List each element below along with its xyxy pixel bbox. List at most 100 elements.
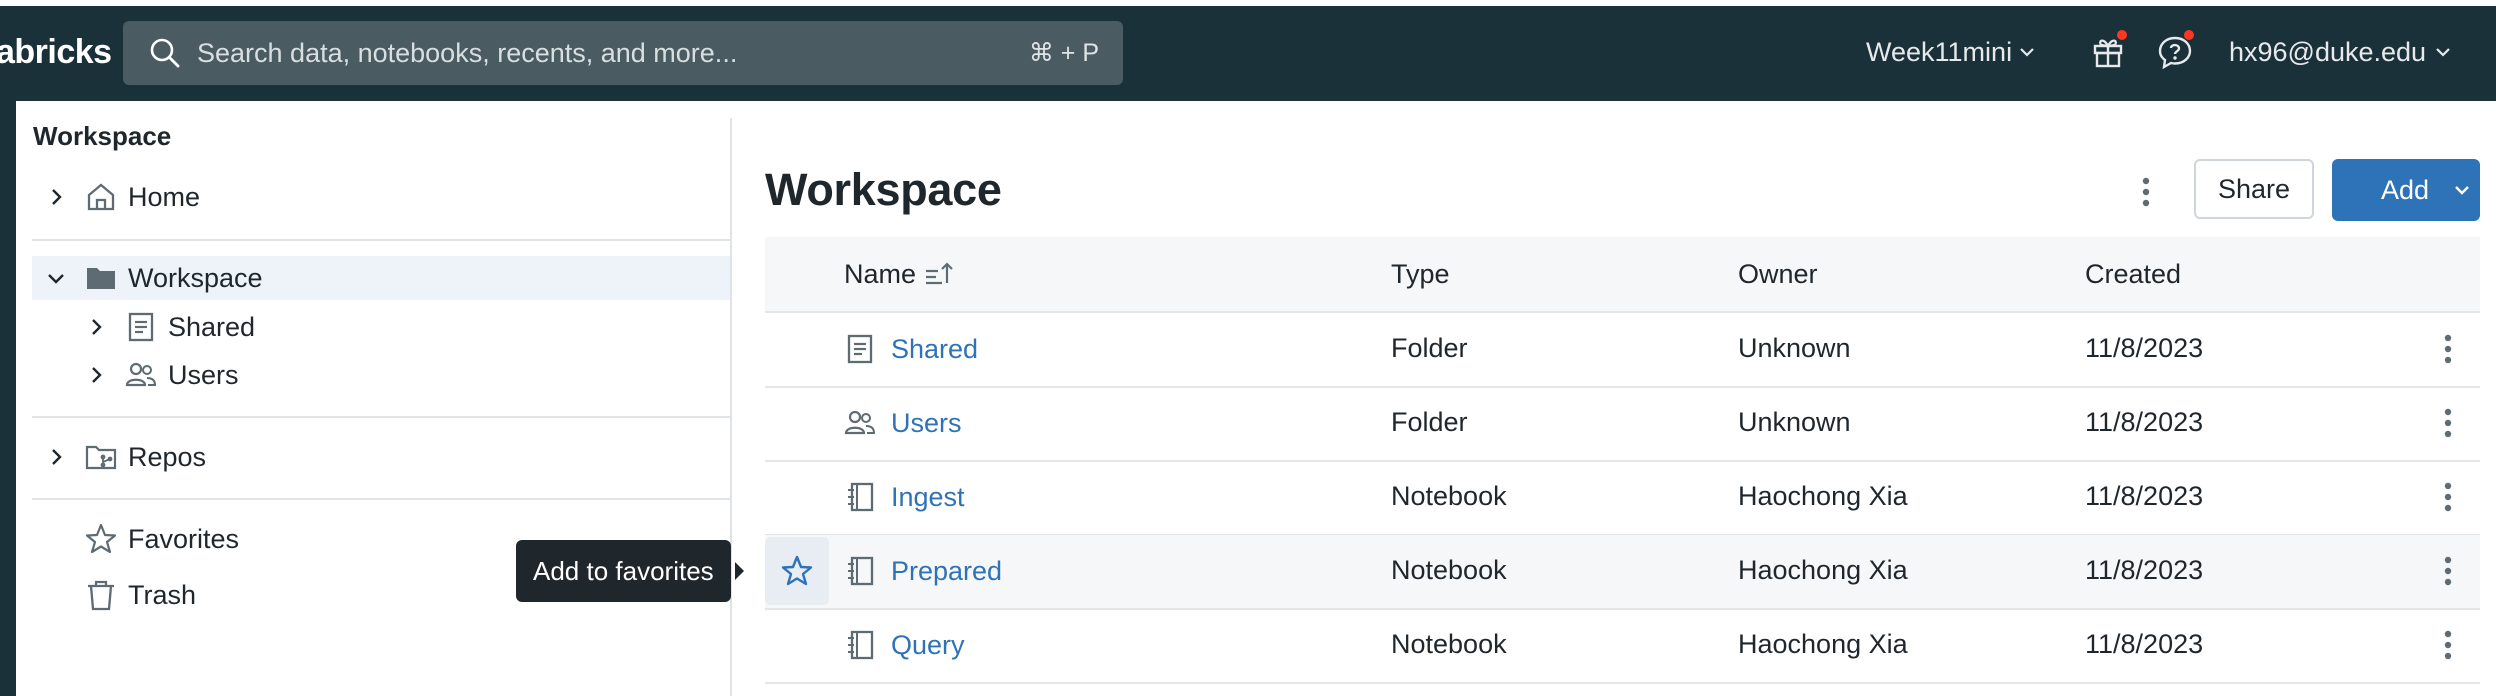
type-cell: Notebook bbox=[1391, 481, 1507, 511]
repo-icon bbox=[85, 445, 117, 470]
search-icon bbox=[150, 38, 180, 68]
sidebar-item-trash[interactable]: Trash bbox=[84, 573, 196, 617]
column-header-name[interactable]: Name bbox=[844, 259, 954, 290]
sidebar-resize-handle[interactable] bbox=[730, 118, 732, 696]
type-cell: Notebook bbox=[1391, 629, 1507, 659]
kebab-menu-icon bbox=[2444, 408, 2452, 438]
brand-logo[interactable]: abricks bbox=[0, 27, 112, 77]
sidebar-item-label: Workspace bbox=[128, 262, 263, 293]
sidebar-item-workspace[interactable]: Workspace bbox=[32, 256, 730, 300]
owner-cell: Unknown bbox=[1738, 333, 1851, 363]
notification-badge bbox=[2184, 30, 2194, 40]
column-header-owner[interactable]: Owner bbox=[1738, 259, 1818, 290]
kebab-menu-icon bbox=[2142, 177, 2150, 207]
shared-folder-icon bbox=[128, 312, 154, 342]
item-name-link[interactable]: Shared bbox=[891, 334, 978, 365]
created-cell: 11/8/2023 bbox=[2085, 629, 2204, 659]
notebook-icon bbox=[848, 556, 874, 586]
chevron-down-icon bbox=[2455, 186, 2469, 195]
sidebar-item-label: Users bbox=[168, 359, 239, 390]
share-button[interactable]: Share bbox=[2194, 159, 2314, 219]
item-name-link[interactable]: Prepared bbox=[891, 556, 1002, 587]
table-row[interactable]: Ingest Notebook Haochong Xia 11/8/2023 bbox=[765, 461, 2480, 536]
global-search-input[interactable]: Search data, notebooks, recents, and mor… bbox=[123, 21, 1123, 85]
top-edge-strip bbox=[0, 0, 2496, 6]
add-to-favorites-button[interactable] bbox=[765, 537, 829, 605]
kebab-menu-icon bbox=[2444, 630, 2452, 660]
more-actions-button[interactable] bbox=[2126, 164, 2166, 220]
table-row[interactable]: Users Folder Unknown 11/8/2023 bbox=[765, 387, 2480, 462]
table-row[interactable]: Prepared Notebook Haochong Xia 11/8/2023 bbox=[765, 535, 2480, 610]
sidebar-item-users[interactable]: Users bbox=[84, 353, 239, 397]
sidebar-item-home[interactable]: Home bbox=[44, 175, 200, 219]
name-cell: Ingest bbox=[843, 475, 965, 519]
owner-cell: Unknown bbox=[1738, 407, 1851, 437]
help-button[interactable] bbox=[2155, 30, 2195, 72]
name-cell: Prepared bbox=[843, 549, 1002, 593]
row-actions-button[interactable] bbox=[2433, 551, 2463, 591]
type-cell: Folder bbox=[1391, 333, 1468, 363]
column-header-created[interactable]: Created bbox=[2085, 259, 2181, 290]
sidebar-item-shared[interactable]: Shared bbox=[84, 305, 255, 349]
user-menu[interactable]: hx96@duke.edu bbox=[2229, 30, 2452, 74]
name-cell: Users bbox=[843, 401, 962, 445]
notification-badge bbox=[2117, 30, 2127, 40]
row-actions-button[interactable] bbox=[2433, 477, 2463, 517]
name-cell: Query bbox=[843, 623, 965, 667]
chevron-right-icon[interactable] bbox=[44, 445, 68, 469]
sidebar-title: Workspace bbox=[33, 121, 172, 151]
created-cell: 11/8/2023 bbox=[2085, 555, 2204, 585]
user-email: hx96@duke.edu bbox=[2229, 36, 2427, 67]
item-name-link[interactable]: Query bbox=[891, 630, 965, 661]
home-icon bbox=[87, 183, 115, 211]
left-rail bbox=[0, 101, 16, 696]
sidebar-item-label: Favorites bbox=[128, 523, 240, 554]
row-actions-button[interactable] bbox=[2433, 329, 2463, 369]
page-title: Workspace bbox=[765, 164, 1002, 215]
kebab-menu-icon bbox=[2444, 482, 2452, 512]
search-shortcut-hint: ⌘ + P bbox=[1028, 39, 1099, 67]
sidebar-item-favorites[interactable]: Favorites bbox=[84, 517, 239, 561]
star-icon bbox=[781, 555, 813, 586]
trash-icon bbox=[88, 580, 114, 611]
name-cell: Shared bbox=[843, 327, 978, 371]
shared-folder-icon bbox=[847, 334, 873, 364]
sidebar-item-label: Home bbox=[128, 181, 201, 212]
chevron-down-icon[interactable] bbox=[44, 266, 68, 290]
divider bbox=[32, 416, 730, 418]
workspace-sidebar: Workspace Home Workspace Shared Users Re… bbox=[16, 101, 730, 696]
row-actions-button[interactable] bbox=[2433, 625, 2463, 665]
users-icon bbox=[125, 362, 157, 387]
created-cell: 11/8/2023 bbox=[2085, 407, 2204, 437]
type-cell: Folder bbox=[1391, 407, 1468, 437]
tooltip-arrow bbox=[735, 562, 744, 580]
add-to-favorites-tooltip: Add to favorites bbox=[516, 540, 731, 602]
created-cell: 11/8/2023 bbox=[2085, 481, 2204, 511]
owner-cell: Haochong Xia bbox=[1738, 481, 1908, 511]
column-header-type[interactable]: Type bbox=[1391, 259, 1450, 290]
whats-new-button[interactable] bbox=[2088, 30, 2128, 72]
chevron-right-icon[interactable] bbox=[84, 315, 108, 339]
kebab-menu-icon bbox=[2444, 334, 2452, 364]
chevron-down-icon bbox=[2020, 48, 2034, 57]
divider bbox=[32, 239, 730, 241]
owner-cell: Haochong Xia bbox=[1738, 555, 1908, 585]
sidebar-item-label: Shared bbox=[168, 311, 256, 342]
table-row[interactable]: Query Notebook Haochong Xia 11/8/2023 bbox=[765, 609, 2480, 684]
chevron-right-icon[interactable] bbox=[84, 363, 108, 387]
owner-cell: Haochong Xia bbox=[1738, 629, 1908, 659]
item-name-link[interactable]: Ingest bbox=[891, 482, 965, 513]
row-actions-button[interactable] bbox=[2433, 403, 2463, 443]
workspace-switcher[interactable]: Week11mini bbox=[1866, 30, 2036, 74]
sort-ascending-icon[interactable] bbox=[924, 261, 954, 289]
sidebar-item-repos[interactable]: Repos bbox=[44, 435, 206, 479]
search-placeholder: Search data, notebooks, recents, and mor… bbox=[197, 37, 738, 68]
folder-icon bbox=[87, 268, 115, 289]
notebook-icon bbox=[848, 630, 874, 660]
type-cell: Notebook bbox=[1391, 555, 1507, 585]
chevron-right-icon[interactable] bbox=[44, 185, 68, 209]
add-button-label: Add bbox=[2381, 174, 2430, 205]
add-button[interactable]: Add bbox=[2332, 159, 2480, 221]
table-row[interactable]: Shared Folder Unknown 11/8/2023 bbox=[765, 313, 2480, 388]
item-name-link[interactable]: Users bbox=[891, 408, 962, 439]
